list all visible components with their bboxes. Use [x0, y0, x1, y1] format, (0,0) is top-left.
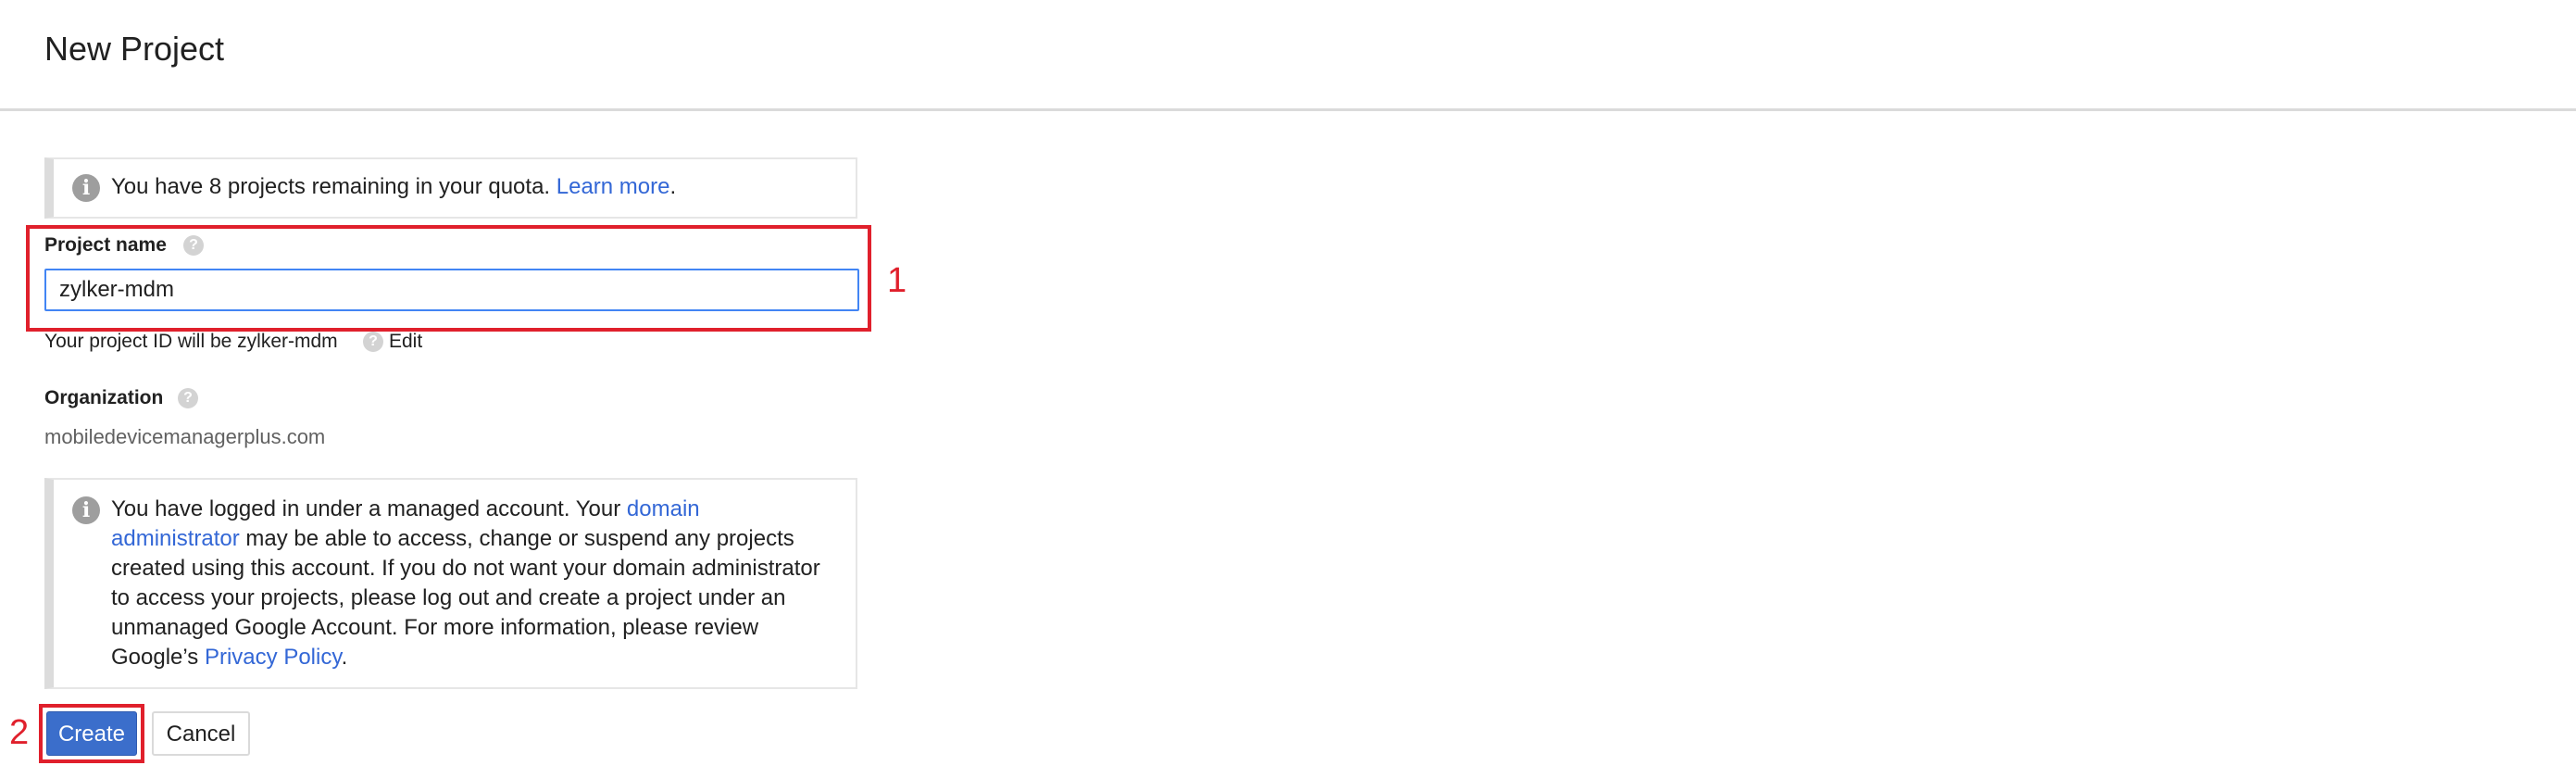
edit-project-id-link[interactable]: Edit: [389, 331, 422, 353]
quota-notice: i You have 8 projects remaining in your …: [44, 157, 857, 219]
learn-more-link[interactable]: Learn more: [556, 174, 670, 199]
page-title: New Project: [44, 30, 225, 68]
domain-administrator-link[interactable]: administrator: [111, 526, 240, 551]
quota-text: You have 8 projects remaining in your qu…: [111, 174, 556, 199]
organization-value: mobiledevicemanagerplus.com: [44, 425, 326, 448]
annotation-box-project-name: [26, 225, 871, 332]
organization-label: Organization: [44, 387, 164, 408]
annotation-box-create: [39, 704, 144, 763]
help-icon[interactable]: ?: [178, 388, 198, 408]
annotation-number-2: 2: [9, 713, 30, 752]
info-icon: i: [72, 174, 100, 202]
managed-notice-text: You have logged in under a managed accou…: [111, 496, 820, 670]
quota-notice-text: You have 8 projects remaining in your qu…: [111, 172, 676, 202]
help-icon[interactable]: ?: [363, 332, 383, 352]
annotation-number-1: 1: [887, 261, 907, 300]
page-header: New Project: [0, 0, 2576, 111]
quota-suffix: .: [669, 174, 677, 199]
project-id-text: Your project ID will be zylker-mdm: [44, 331, 338, 352]
cancel-button[interactable]: Cancel: [152, 711, 250, 756]
domain-administrator-link[interactable]: domain: [627, 496, 700, 521]
managed-account-notice: i You have logged in under a managed acc…: [44, 478, 857, 689]
privacy-policy-link[interactable]: Privacy Policy: [205, 645, 342, 670]
info-icon: i: [72, 496, 100, 524]
